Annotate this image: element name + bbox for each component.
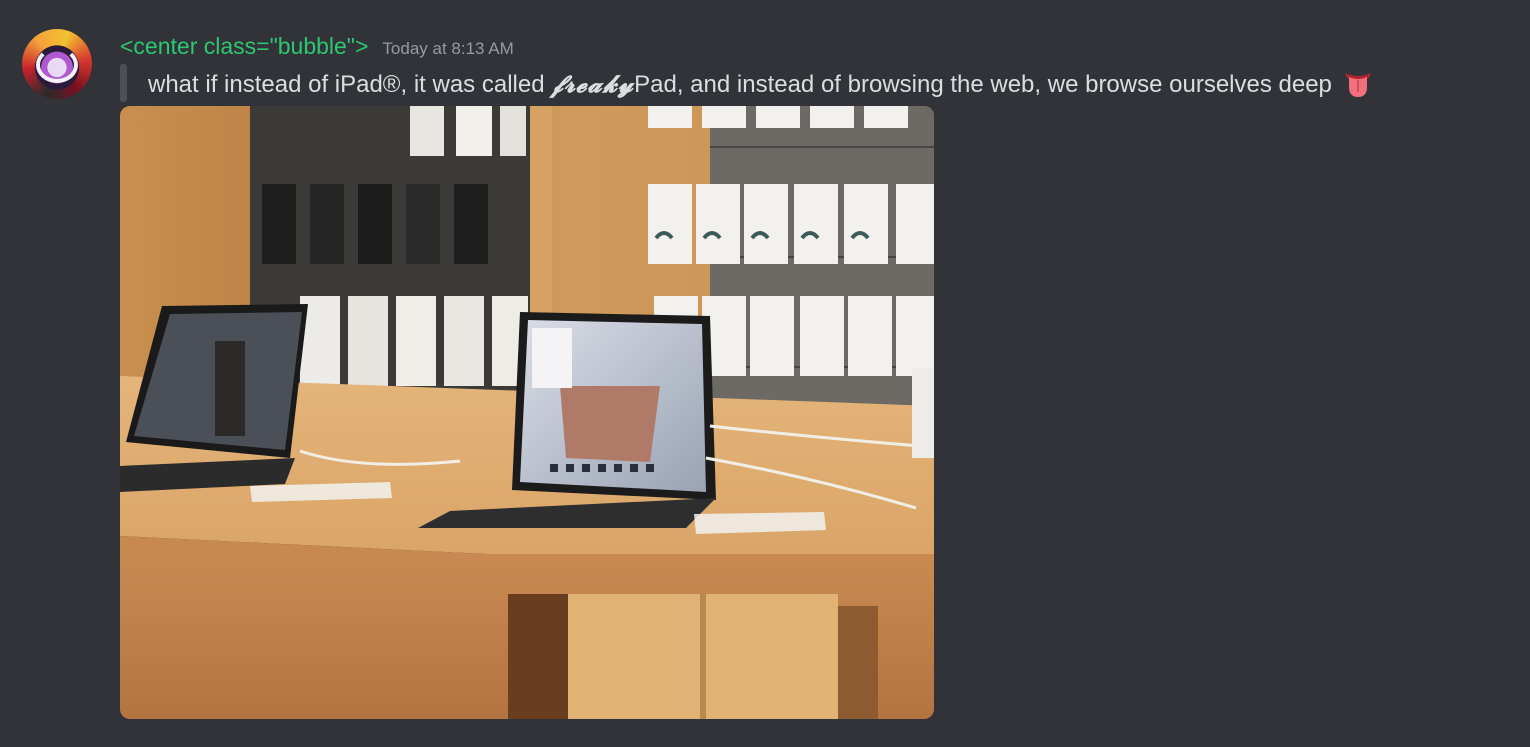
username[interactable]: <center class="bubble"> bbox=[120, 33, 368, 60]
user-avatar[interactable] bbox=[22, 29, 92, 99]
message-text-after: Pad, and instead of browsing the web, we… bbox=[634, 71, 1332, 98]
timestamp[interactable]: Today at 8:13 AM bbox=[382, 39, 513, 59]
quote-bar bbox=[120, 64, 127, 102]
attachment-photo bbox=[120, 106, 934, 719]
chat-message: <center class="bubble"> Today at 8:13 AM… bbox=[0, 0, 1530, 747]
stylized-word: 𝓯𝓻𝓮𝓪𝓴𝔂 bbox=[551, 69, 635, 98]
message-text-before: what if instead of iPad®, it was called bbox=[148, 71, 552, 98]
message-content: what if instead of iPad®, it was called … bbox=[148, 68, 1373, 101]
image-attachment[interactable] bbox=[120, 106, 934, 719]
tongue-emoji-icon[interactable] bbox=[1343, 70, 1373, 98]
avatar-ring-shape bbox=[36, 47, 78, 83]
message-header: <center class="bubble"> Today at 8:13 AM bbox=[120, 33, 514, 61]
